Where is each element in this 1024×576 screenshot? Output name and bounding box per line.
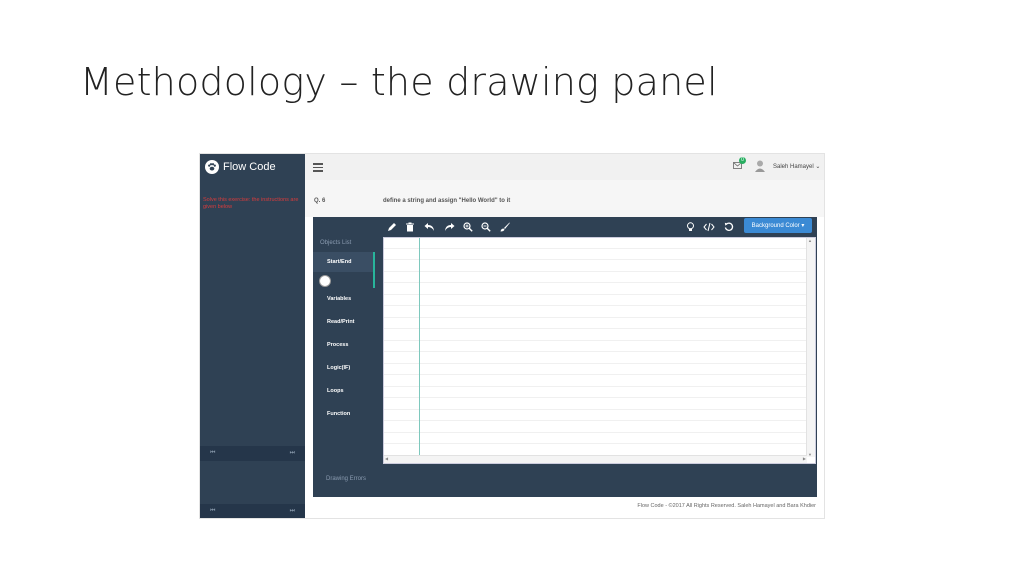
question-text: define a string and assign "Hello World"… bbox=[383, 198, 511, 204]
drawing-toolbar: Background Color ▾ bbox=[383, 217, 815, 237]
sidebar-message: Solve this exercise: the instructions ar… bbox=[203, 197, 299, 210]
app-screenshot: Flow Code Solve this exercise: the instr… bbox=[199, 153, 825, 519]
drawing-panel: Objects List Start/End Variables Read/Pr… bbox=[313, 217, 817, 497]
vertical-scrollbar[interactable]: ▲ ▼ bbox=[806, 238, 815, 457]
scroll-up-icon[interactable]: ▲ bbox=[808, 238, 812, 243]
object-logic-if[interactable]: Logic(IF) bbox=[327, 365, 350, 371]
zoom-out-icon[interactable] bbox=[480, 221, 492, 233]
first-page-icon[interactable]: ⏮ bbox=[210, 508, 215, 515]
object-function[interactable]: Function bbox=[327, 411, 350, 417]
object-read-print[interactable]: Read/Print bbox=[327, 319, 355, 325]
trash-icon[interactable] bbox=[404, 221, 416, 233]
start-end-shape[interactable] bbox=[319, 275, 331, 287]
avatar[interactable] bbox=[754, 159, 766, 173]
sidebar: Flow Code Solve this exercise: the instr… bbox=[200, 154, 305, 518]
first-page-icon[interactable]: ⏮ bbox=[210, 450, 215, 457]
brand[interactable]: Flow Code bbox=[200, 154, 305, 180]
menu-icon[interactable] bbox=[313, 163, 323, 174]
undo-icon[interactable] bbox=[423, 221, 435, 233]
last-page-icon[interactable]: ⏭ bbox=[290, 508, 295, 515]
canvas-guide-line bbox=[419, 238, 420, 458]
objects-scroll-indicator bbox=[373, 252, 375, 288]
zoom-in-icon[interactable] bbox=[462, 221, 474, 233]
last-page-icon[interactable]: ⏭ bbox=[290, 450, 295, 457]
question-bar: Q. 6 define a string and assign "Hello W… bbox=[305, 180, 824, 217]
drawing-canvas[interactable]: ▲ ▼ ◀ ▶ bbox=[383, 237, 816, 464]
pencil-icon[interactable] bbox=[386, 221, 398, 233]
notification-badge: 0 bbox=[739, 157, 746, 164]
scroll-right-icon[interactable]: ▶ bbox=[803, 456, 806, 461]
drawing-errors-label: Drawing Errors bbox=[326, 476, 367, 482]
code-icon[interactable] bbox=[703, 221, 715, 233]
scroll-down-icon[interactable]: ▼ bbox=[808, 452, 812, 457]
sidebar-pager-bottom: ⏮ ⏭ bbox=[200, 504, 305, 518]
background-color-button[interactable]: Background Color ▾ bbox=[744, 218, 812, 233]
redo-icon[interactable] bbox=[443, 221, 455, 233]
refresh-icon[interactable] bbox=[723, 221, 735, 233]
top-bar: 0 Saleh Hamayel ⌄ bbox=[305, 154, 824, 181]
footer-copyright: Flow Code - ©2017 All Rights Reserved. S… bbox=[637, 503, 816, 509]
question-number: Q. 6 bbox=[314, 198, 326, 204]
brush-icon[interactable] bbox=[499, 221, 511, 233]
object-start-end[interactable]: Start/End bbox=[327, 259, 351, 265]
object-process[interactable]: Process bbox=[327, 342, 348, 348]
object-variables[interactable]: Variables bbox=[327, 296, 351, 302]
paw-icon bbox=[205, 160, 219, 174]
user-menu[interactable]: Saleh Hamayel ⌄ bbox=[773, 163, 820, 170]
brand-name: Flow Code bbox=[223, 161, 276, 173]
object-loops[interactable]: Loops bbox=[327, 388, 344, 394]
objects-list-title: Objects List bbox=[320, 240, 352, 246]
scroll-left-icon[interactable]: ◀ bbox=[385, 456, 388, 461]
horizontal-scrollbar[interactable]: ◀ ▶ bbox=[384, 455, 807, 463]
slide-title: Methodology – the drawing panel bbox=[80, 60, 718, 104]
sidebar-pager: ⏮ ⏭ bbox=[200, 446, 305, 461]
lightbulb-icon[interactable] bbox=[684, 221, 696, 233]
